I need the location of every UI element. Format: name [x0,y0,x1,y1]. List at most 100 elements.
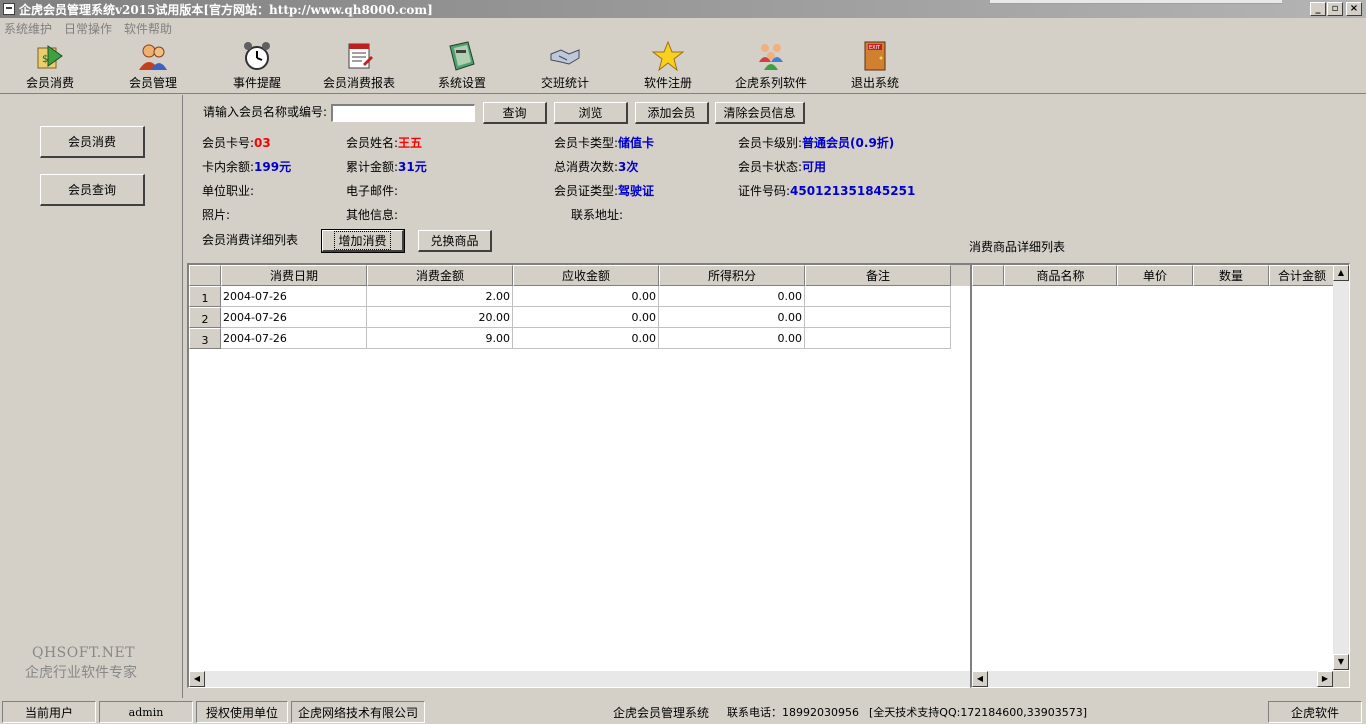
field-label: 会员卡级别: [738,136,803,150]
menu-system-maintenance[interactable]: 系统维护 [4,20,52,37]
scroll-right-icon[interactable]: ▶ [1317,671,1333,687]
cell-receivable[interactable]: 0.00 [513,286,659,307]
exchange-goods-button[interactable]: 兑换商品 [418,230,492,252]
menu-software-help[interactable]: 软件帮助 [124,20,172,37]
search-input[interactable] [331,104,475,122]
cell-points[interactable]: 0.00 [659,307,805,328]
licensee-label: 授权使用单位 [196,701,288,723]
column-header[interactable]: 单价 [1117,265,1193,286]
toolbar-software-register[interactable]: 软件注册 [618,40,718,92]
goods-grid-header: 商品名称 单价 数量 合计金额 [972,265,1349,286]
address-label: 联系地址: [571,208,624,222]
id-no-field: 证件号码:450121351845251 [738,182,915,199]
window-controls: _ ▫ × [1309,2,1362,16]
column-header[interactable]: 备注 [805,265,951,286]
column-header[interactable]: 合计金额 [1269,265,1335,286]
status-bar: 当前用户 admin 授权使用单位 企虎网络技术有限公司 企虎会员管理系统 联系… [0,700,1366,724]
toolbar-member-consume[interactable]: $ 会员消费 [0,40,100,92]
toolbar-label: 会员管理 [128,76,177,90]
cell-note[interactable] [805,286,951,307]
cell-amount[interactable]: 9.00 [367,328,513,349]
query-button[interactable]: 查询 [483,102,547,124]
cell-receivable[interactable]: 0.00 [513,307,659,328]
browse-button[interactable]: 浏览 [554,102,628,124]
scroll-left-icon[interactable]: ◀ [972,671,988,687]
email-label: 电子邮件: [346,184,399,198]
title-strip [990,0,1282,4]
field-label: 会员卡类型: [554,136,619,150]
cell-note[interactable] [805,307,951,328]
scroll-left-icon[interactable]: ◀ [189,671,205,687]
current-user-value: admin [99,701,193,723]
toolbar-member-manage[interactable]: 会员管理 [103,40,203,92]
toolbar-shift-stats[interactable]: 交班统计 [515,40,615,92]
close-button[interactable]: × [1346,2,1362,16]
column-header[interactable]: 数量 [1193,265,1269,286]
row-number: 1 [189,286,221,307]
count-value: 3次 [618,160,639,174]
svg-text:EXIT: EXIT [869,45,881,51]
toolbar-label: 会员消费报表 [322,76,395,90]
exit-door-icon: EXIT [859,40,891,72]
field-label: 卡内余额: [202,160,255,174]
field-label: 会员证类型: [554,184,619,198]
cell-note[interactable] [805,328,951,349]
column-header[interactable]: 应收金额 [513,265,659,286]
toolbar-label: 软件注册 [643,76,692,90]
cell-amount[interactable]: 2.00 [367,286,513,307]
field-label: 累计金额: [346,160,399,174]
brand-chinese: 企虎行业软件专家 [25,665,137,681]
button-label: 清除会员信息 [723,106,796,120]
licensee-value: 企虎网络技术有限公司 [291,701,425,723]
toolbar-label: 系统设置 [437,76,486,90]
field-label: 会员姓名: [346,136,399,150]
consume-list-title: 会员消费详细列表 [202,233,299,247]
scroll-up-icon[interactable]: ▲ [1333,265,1349,281]
card-type-field: 会员卡类型:储值卡 [554,134,654,151]
cell-amount[interactable]: 20.00 [367,307,513,328]
header-corner [189,265,221,286]
button-label: 添加会员 [647,106,696,120]
app-icon[interactable] [3,3,15,15]
column-header[interactable]: 所得积分 [659,265,805,286]
field-label: 会员卡状态: [738,160,803,174]
member-manage-icon [137,40,169,72]
add-member-button[interactable]: 添加会员 [635,102,709,124]
cell-date[interactable]: 2004-07-26 [221,328,367,349]
side-member-query-button[interactable]: 会员查询 [40,174,145,206]
toolbar-exit-system[interactable]: EXIT 退出系统 [825,40,925,92]
toolbar-consume-report[interactable]: 会员消费报表 [309,40,409,92]
cell-date[interactable]: 2004-07-26 [221,307,367,328]
column-header[interactable]: 消费金额 [367,265,513,286]
button-label: 浏览 [578,106,603,120]
cell-receivable[interactable]: 0.00 [513,328,659,349]
column-header[interactable]: 消费日期 [221,265,367,286]
menu-daily-operations[interactable]: 日常操作 [64,20,112,37]
status-field: 会员卡状态:可用 [738,158,826,175]
toolbar-series-software[interactable]: 企虎系列软件 [721,40,821,92]
name-value: 王五 [398,136,423,150]
scroll-down-icon[interactable]: ▼ [1333,654,1349,670]
toolbar-label: 事件提醒 [232,76,281,90]
toolbar-label: 企虎系列软件 [734,76,807,90]
toolbar-label: 会员消费 [25,76,74,90]
search-label: 请输入会员名称或编号: [203,105,328,119]
clear-member-button[interactable]: 清除会员信息 [715,102,805,124]
toolbar-system-settings[interactable]: 系统设置 [412,40,512,92]
minimize-button[interactable]: _ [1310,2,1326,16]
add-consume-button[interactable]: 增加消费 [321,229,405,253]
left-panel: 会员消费 会员查询 QHSOFT.NET 企虎行业软件专家 [0,95,183,698]
column-header[interactable]: 商品名称 [1004,265,1117,286]
side-member-consume-button[interactable]: 会员消费 [40,126,145,158]
cell-date[interactable]: 2004-07-26 [221,286,367,307]
member-consume-icon: $ [34,40,66,72]
vertical-scrollbar[interactable]: ▲ ▼ [1333,265,1349,670]
current-user-label: 当前用户 [2,701,96,723]
toolbar-event-reminder[interactable]: 事件提醒 [207,40,307,92]
cell-points[interactable]: 0.00 [659,328,805,349]
horizontal-scrollbar[interactable]: ◀ ▶ [972,671,1333,687]
system-info: 企虎会员管理系统 联系电话：18992030956 [全天技术支持QQ:1721… [428,701,1264,723]
card-no-field: 会员卡号:03 [202,134,271,151]
cell-points[interactable]: 0.00 [659,286,805,307]
restore-button[interactable]: ▫ [1327,2,1343,16]
